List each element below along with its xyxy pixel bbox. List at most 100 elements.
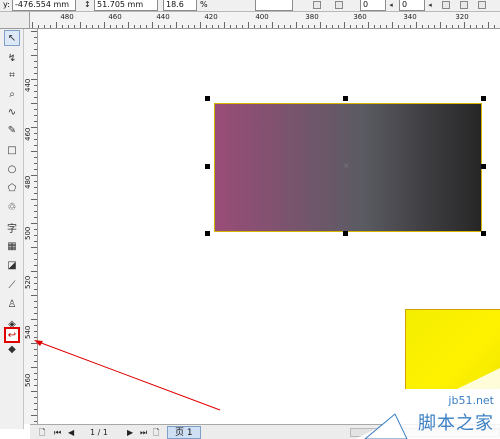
- h-ruler-tick: [74, 25, 75, 28]
- selection-handle-bottom[interactable]: [343, 231, 348, 236]
- center-marker-icon: ×: [343, 161, 350, 170]
- dropdown-a-icon[interactable]: ◂: [386, 0, 396, 10]
- prev-page-icon[interactable]: ◀: [68, 427, 74, 438]
- eyedropper-tool-icon[interactable]: ⟋: [4, 277, 20, 293]
- h-ruler-tick: [254, 25, 255, 28]
- page-options-icon[interactable]: 🗋: [39, 427, 45, 438]
- selection-handle-right[interactable]: [481, 164, 486, 169]
- basic-shapes-tool-icon[interactable]: ♲: [4, 199, 20, 215]
- table-tool-icon[interactable]: ▦: [4, 238, 20, 254]
- last-page-icon[interactable]: ⏭: [140, 427, 147, 438]
- h-ruler-label: 320: [455, 13, 469, 21]
- h-ruler-tick: [344, 22, 345, 28]
- selection-handle-bottom-right[interactable]: [481, 231, 486, 236]
- v-ruler-tick: [34, 355, 37, 356]
- lock-ratio-icon[interactable]: [313, 1, 321, 9]
- horizontal-ruler[interactable]: 480 460 440 420 400 380 360 340 320: [30, 12, 500, 29]
- rectangle-tool-icon[interactable]: □: [4, 142, 20, 158]
- h-ruler-tick: [104, 22, 105, 28]
- v-ruler-tick: [34, 139, 37, 140]
- v-ruler-tick: [34, 229, 37, 230]
- selection-handle-top-left[interactable]: [205, 96, 210, 101]
- parallel-dimension-tool-icon[interactable]: ◪: [4, 257, 20, 273]
- v-ruler-tick: [34, 235, 37, 236]
- add-page-icon[interactable]: 🗋: [153, 427, 159, 438]
- height-icon: ↕: [84, 0, 91, 9]
- page-tab[interactable]: 页 1: [167, 426, 201, 439]
- h-ruler-tick: [194, 25, 195, 28]
- v-ruler-tick: [34, 109, 37, 110]
- h-ruler-tick: [278, 25, 279, 28]
- v-ruler-tick: [34, 397, 37, 398]
- drawing-canvas[interactable]: ×: [39, 30, 500, 424]
- h-ruler-tick: [86, 25, 87, 28]
- option-icon-2[interactable]: [460, 1, 468, 9]
- h-ruler-tick: [44, 25, 45, 28]
- height-field[interactable]: 51.705 mm: [94, 0, 158, 11]
- scale-field[interactable]: 18.6: [163, 0, 197, 11]
- offset-field-a[interactable]: 0: [360, 0, 386, 11]
- mirror-icon[interactable]: [335, 1, 343, 9]
- zoom-tool-icon[interactable]: ⌕: [4, 86, 20, 102]
- dropdown-b-icon[interactable]: ◂: [425, 0, 435, 10]
- selection-handle-left[interactable]: [205, 164, 210, 169]
- h-ruler-tick: [266, 25, 267, 28]
- vertical-ruler[interactable]: 440 460 480 500 520 540 560: [24, 29, 38, 424]
- h-ruler-tick: [128, 22, 129, 28]
- first-page-icon[interactable]: ⏮: [54, 427, 61, 438]
- v-ruler-tick: [34, 49, 37, 50]
- text-tool-icon[interactable]: 字: [4, 219, 20, 235]
- shape-tool-icon[interactable]: ↯: [4, 50, 20, 66]
- option-icon-1[interactable]: [442, 1, 450, 9]
- h-ruler-tick: [380, 25, 381, 28]
- selection-handle-bottom-left[interactable]: [205, 231, 210, 236]
- v-ruler-tick: [34, 193, 37, 194]
- pick-tool-icon[interactable]: ↖: [4, 30, 20, 46]
- v-ruler-tick: [34, 205, 37, 206]
- v-ruler-tick: [34, 373, 37, 374]
- v-ruler-tick: [34, 211, 37, 212]
- smart-fill-tool-icon[interactable]: ✎: [4, 122, 20, 138]
- v-ruler-tick: [34, 277, 37, 278]
- polygon-tool-icon[interactable]: ⬠: [4, 180, 20, 196]
- h-ruler-tick: [326, 25, 327, 28]
- rotation-field[interactable]: [255, 0, 293, 11]
- v-ruler-tick: [34, 187, 37, 188]
- selection-handle-top-right[interactable]: [481, 96, 486, 101]
- h-ruler-tick: [314, 25, 315, 28]
- outline-pen-tool-icon[interactable]: ♙: [4, 296, 20, 312]
- offset-field-b[interactable]: 0: [399, 0, 425, 11]
- ruler-origin[interactable]: [0, 12, 30, 29]
- v-ruler-tick: [34, 181, 37, 182]
- v-ruler-tick: [31, 367, 37, 368]
- next-page-icon[interactable]: ▶: [127, 427, 133, 438]
- h-ruler-tick: [110, 25, 111, 28]
- h-ruler-tick: [206, 25, 207, 28]
- h-ruler-tick: [422, 25, 423, 28]
- v-ruler-tick: [34, 313, 37, 314]
- v-ruler-tick: [31, 151, 37, 152]
- h-ruler-tick: [182, 25, 183, 28]
- h-ruler-tick: [218, 25, 219, 28]
- h-ruler-tick: [494, 25, 495, 28]
- smart-fill-bucket-icon[interactable]: ◆: [4, 341, 20, 357]
- h-ruler-label: 400: [255, 13, 269, 21]
- h-ruler-tick: [284, 25, 285, 28]
- v-ruler-tick: [34, 97, 37, 98]
- crop-tool-icon[interactable]: ⌗: [4, 67, 20, 83]
- freehand-tool-icon[interactable]: ∿: [4, 104, 20, 120]
- v-ruler-tick: [34, 403, 37, 404]
- v-ruler-tick: [34, 379, 37, 380]
- h-ruler-tick: [80, 22, 81, 28]
- selection-handle-top[interactable]: [343, 96, 348, 101]
- y-position-field[interactable]: -476.554 mm: [12, 0, 76, 11]
- h-ruler-tick: [230, 25, 231, 28]
- v-ruler-label: 520: [24, 275, 32, 289]
- v-ruler-tick: [34, 85, 37, 86]
- h-ruler-tick: [116, 25, 117, 28]
- v-ruler-tick: [34, 67, 37, 68]
- v-ruler-tick: [31, 223, 37, 224]
- ellipse-tool-icon[interactable]: ○: [4, 161, 20, 177]
- h-ruler-label: 460: [108, 13, 122, 21]
- option-icon-3[interactable]: [478, 1, 486, 9]
